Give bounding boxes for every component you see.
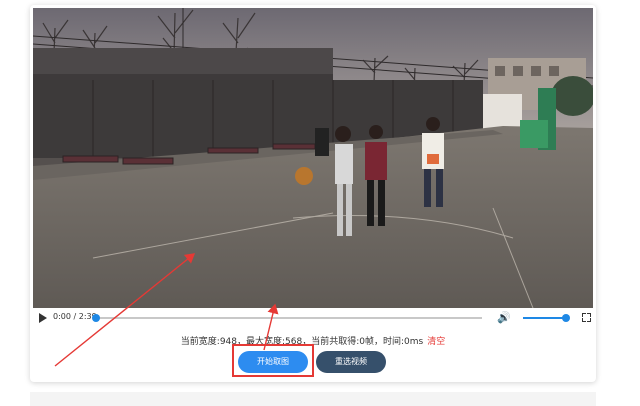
video-player[interactable] (33, 8, 593, 308)
volume-handle[interactable] (562, 314, 570, 322)
volume-slider[interactable] (523, 317, 565, 319)
time-display: 0:00 / 2:39 (53, 312, 97, 321)
seek-bar[interactable] (95, 317, 482, 319)
volume-icon[interactable]: 🔊 (497, 312, 513, 324)
seek-handle[interactable] (92, 314, 100, 322)
fullscreen-icon[interactable] (582, 313, 591, 322)
status-line: 当前宽度:948，最大宽度:568，当前共取得:0帧，时间:0ms 清空 (30, 334, 596, 347)
video-card: 0:00 / 2:39 🔊 当前宽度:948，最大宽度:568，当前共取得:0帧… (30, 5, 596, 382)
play-icon[interactable] (39, 313, 47, 323)
video-frame (33, 8, 593, 308)
start-capture-button[interactable]: 开始取图 (238, 351, 308, 373)
status-text: 当前宽度:948，最大宽度:568，当前共取得:0帧，时间:0ms (180, 337, 424, 347)
video-controls: 0:00 / 2:39 🔊 (33, 308, 593, 328)
clear-link[interactable]: 清空 (427, 337, 445, 347)
lower-panel (30, 392, 596, 406)
reselect-video-button[interactable]: 重选视频 (316, 351, 386, 373)
